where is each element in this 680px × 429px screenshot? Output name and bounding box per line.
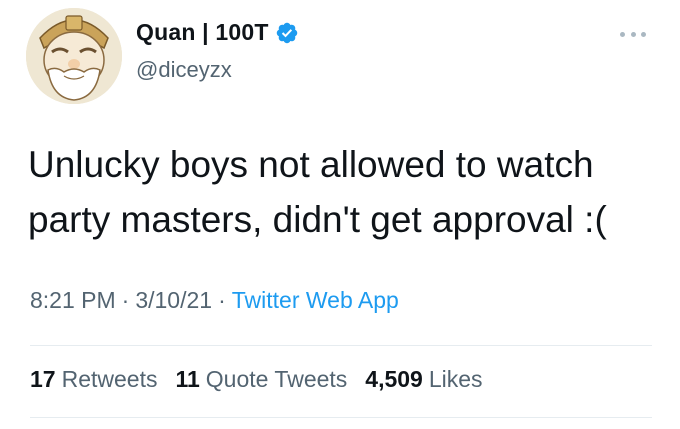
tweet-meta: 8:21 PM · 3/10/21 · Twitter Web App bbox=[30, 287, 399, 314]
meta-separator: · bbox=[121, 287, 130, 313]
quote-tweets-count: 11 bbox=[175, 366, 200, 392]
tweet-date[interactable]: 3/10/21 bbox=[135, 287, 212, 313]
quote-tweets-label: Quote Tweets bbox=[205, 366, 348, 392]
meta-separator: · bbox=[218, 287, 226, 313]
verified-badge-icon bbox=[275, 21, 299, 45]
more-dot bbox=[630, 31, 636, 37]
likes-stat[interactable]: 4,509 Likes bbox=[365, 366, 482, 393]
quote-tweets-stat[interactable]: 11 Quote Tweets bbox=[175, 366, 347, 393]
author-handle[interactable]: @diceyzx bbox=[136, 57, 232, 83]
tweet-source-link[interactable]: Twitter Web App bbox=[232, 287, 399, 313]
tweet-stats: 17 Retweets 11 Quote Tweets 4,509 Likes bbox=[30, 366, 501, 393]
more-options-icon[interactable] bbox=[620, 29, 646, 39]
cartoon-grandpa-avatar-icon bbox=[26, 8, 122, 104]
retweets-stat[interactable]: 17 Retweets bbox=[30, 366, 157, 393]
avatar[interactable] bbox=[26, 8, 122, 104]
likes-count: 4,509 bbox=[365, 366, 423, 392]
tweet-text: Unlucky boys not allowed to watch party … bbox=[28, 144, 607, 240]
author-display-name[interactable]: Quan | 100T bbox=[136, 19, 269, 46]
retweets-count: 17 bbox=[30, 366, 56, 392]
divider bbox=[30, 345, 652, 346]
author-name-row: Quan | 100T bbox=[136, 19, 299, 46]
more-dot bbox=[641, 31, 646, 37]
more-dot bbox=[620, 31, 625, 37]
divider bbox=[30, 417, 652, 418]
likes-label: Likes bbox=[428, 366, 483, 392]
retweets-label: Retweets bbox=[61, 366, 158, 392]
tweet-time[interactable]: 8:21 PM bbox=[30, 287, 116, 313]
